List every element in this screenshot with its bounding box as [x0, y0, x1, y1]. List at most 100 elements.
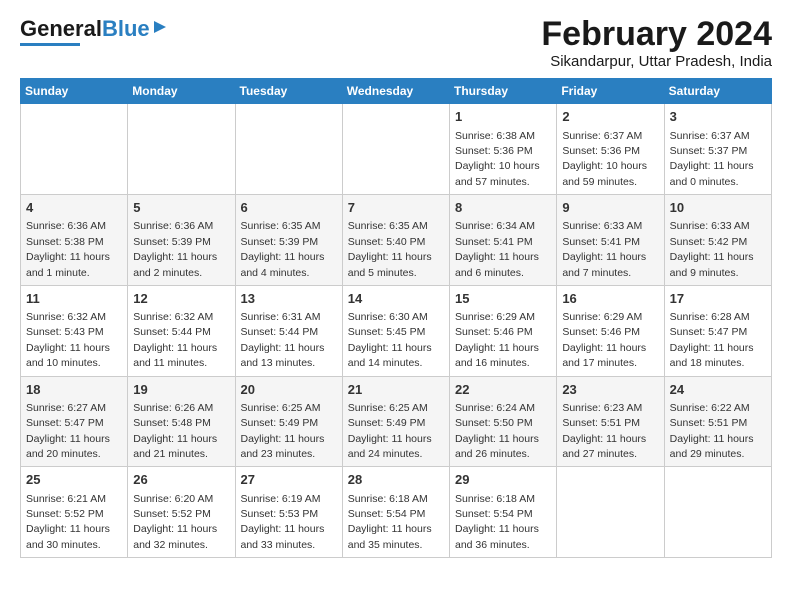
- day-header-thursday: Thursday: [450, 79, 557, 104]
- calendar-cell: 19 Sunrise: 6:26 AM Sunset: 5:48 PM Dayli…: [128, 376, 235, 467]
- day-info: Sunrise: 6:34 AM Sunset: 5:41 PM Dayligh…: [455, 220, 539, 278]
- calendar-cell: 3 Sunrise: 6:37 AM Sunset: 5:37 PM Daylig…: [664, 104, 771, 195]
- day-info: Sunrise: 6:35 AM Sunset: 5:40 PM Dayligh…: [348, 220, 432, 278]
- calendar-cell: 9 Sunrise: 6:33 AM Sunset: 5:41 PM Daylig…: [557, 195, 664, 286]
- week-row-3: 18Sunrise: 6:27 AM Sunset: 5:47 PM Dayli…: [21, 376, 772, 467]
- day-number: 2: [562, 108, 658, 126]
- week-row-1: 4Sunrise: 6:36 AM Sunset: 5:38 PM Daylig…: [21, 195, 772, 286]
- calendar-cell: 21 Sunrise: 6:25 AM Sunset: 5:49 PM Dayli…: [342, 376, 449, 467]
- week-row-0: 1 Sunrise: 6:38 AM Sunset: 5:36 PM Daylig…: [21, 104, 772, 195]
- day-number: 1: [455, 108, 551, 126]
- day-header-tuesday: Tuesday: [235, 79, 342, 104]
- day-info: Sunrise: 6:37 AM Sunset: 5:36 PM Dayligh…: [562, 130, 647, 188]
- day-number: 14: [348, 290, 444, 308]
- day-info: Sunrise: 6:38 AM Sunset: 5:36 PM Dayligh…: [455, 130, 540, 188]
- day-number: 20: [241, 381, 337, 399]
- day-info: Sunrise: 6:33 AM Sunset: 5:42 PM Dayligh…: [670, 220, 754, 278]
- day-header-monday: Monday: [128, 79, 235, 104]
- day-number: 27: [241, 471, 337, 489]
- calendar-cell: 26 Sunrise: 6:20 AM Sunset: 5:52 PM Dayli…: [128, 467, 235, 558]
- calendar-cell: 8Sunrise: 6:34 AM Sunset: 5:41 PM Daylig…: [450, 195, 557, 286]
- day-info: Sunrise: 6:18 AM Sunset: 5:54 PM Dayligh…: [455, 493, 539, 551]
- day-info: Sunrise: 6:30 AM Sunset: 5:45 PM Dayligh…: [348, 311, 432, 369]
- day-info: Sunrise: 6:37 AM Sunset: 5:37 PM Dayligh…: [670, 130, 754, 188]
- day-number: 6: [241, 199, 337, 217]
- calendar-body: 1 Sunrise: 6:38 AM Sunset: 5:36 PM Daylig…: [21, 104, 772, 558]
- day-number: 7: [348, 199, 444, 217]
- day-info: Sunrise: 6:25 AM Sunset: 5:49 PM Dayligh…: [348, 402, 432, 460]
- calendar-cell: 1 Sunrise: 6:38 AM Sunset: 5:36 PM Daylig…: [450, 104, 557, 195]
- day-info: Sunrise: 6:33 AM Sunset: 5:41 PM Dayligh…: [562, 220, 646, 278]
- day-number: 23: [562, 381, 658, 399]
- calendar-cell: 29 Sunrise: 6:18 AM Sunset: 5:54 PM Dayli…: [450, 467, 557, 558]
- day-info: Sunrise: 6:26 AM Sunset: 5:48 PM Dayligh…: [133, 402, 217, 460]
- day-info: Sunrise: 6:22 AM Sunset: 5:51 PM Dayligh…: [670, 402, 754, 460]
- calendar-cell: 28Sunrise: 6:18 AM Sunset: 5:54 PM Dayli…: [342, 467, 449, 558]
- calendar-cell: [128, 104, 235, 195]
- day-number: 28: [348, 471, 444, 489]
- day-number: 13: [241, 290, 337, 308]
- calendar-cell: 16 Sunrise: 6:29 AM Sunset: 5:46 PM Dayli…: [557, 285, 664, 376]
- calendar-cell: 10 Sunrise: 6:33 AM Sunset: 5:42 PM Dayli…: [664, 195, 771, 286]
- week-row-2: 11 Sunrise: 6:32 AM Sunset: 5:43 PM Dayli…: [21, 285, 772, 376]
- day-info: Sunrise: 6:32 AM Sunset: 5:44 PM Dayligh…: [133, 311, 217, 369]
- week-row-4: 25Sunrise: 6:21 AM Sunset: 5:52 PM Dayli…: [21, 467, 772, 558]
- page-header: General Blue February 2024 Sikandarpur, …: [20, 16, 772, 70]
- day-number: 3: [670, 108, 766, 126]
- header-row: SundayMondayTuesdayWednesdayThursdayFrid…: [21, 79, 772, 104]
- day-info: Sunrise: 6:25 AM Sunset: 5:49 PM Dayligh…: [241, 402, 325, 460]
- day-number: 24: [670, 381, 766, 399]
- calendar-cell: 4Sunrise: 6:36 AM Sunset: 5:38 PM Daylig…: [21, 195, 128, 286]
- day-info: Sunrise: 6:19 AM Sunset: 5:53 PM Dayligh…: [241, 493, 325, 551]
- calendar-cell: 11 Sunrise: 6:32 AM Sunset: 5:43 PM Dayli…: [21, 285, 128, 376]
- calendar-cell: 2 Sunrise: 6:37 AM Sunset: 5:36 PM Daylig…: [557, 104, 664, 195]
- calendar-cell: [664, 467, 771, 558]
- day-header-wednesday: Wednesday: [342, 79, 449, 104]
- day-info: Sunrise: 6:29 AM Sunset: 5:46 PM Dayligh…: [562, 311, 646, 369]
- calendar-cell: [235, 104, 342, 195]
- day-info: Sunrise: 6:36 AM Sunset: 5:38 PM Dayligh…: [26, 220, 110, 278]
- calendar-cell: [342, 104, 449, 195]
- calendar-table: SundayMondayTuesdayWednesdayThursdayFrid…: [20, 78, 772, 558]
- day-info: Sunrise: 6:24 AM Sunset: 5:50 PM Dayligh…: [455, 402, 539, 460]
- calendar-cell: [21, 104, 128, 195]
- day-number: 17: [670, 290, 766, 308]
- calendar-cell: 6 Sunrise: 6:35 AM Sunset: 5:39 PM Daylig…: [235, 195, 342, 286]
- calendar-cell: 17Sunrise: 6:28 AM Sunset: 5:47 PM Dayli…: [664, 285, 771, 376]
- calendar-cell: 18Sunrise: 6:27 AM Sunset: 5:47 PM Dayli…: [21, 376, 128, 467]
- day-number: 16: [562, 290, 658, 308]
- day-number: 12: [133, 290, 229, 308]
- day-number: 15: [455, 290, 551, 308]
- logo: General Blue: [20, 16, 168, 46]
- day-info: Sunrise: 6:32 AM Sunset: 5:43 PM Dayligh…: [26, 311, 110, 369]
- title-block: February 2024 Sikandarpur, Uttar Pradesh…: [541, 16, 772, 70]
- day-info: Sunrise: 6:21 AM Sunset: 5:52 PM Dayligh…: [26, 493, 110, 551]
- calendar-cell: [557, 467, 664, 558]
- day-info: Sunrise: 6:35 AM Sunset: 5:39 PM Dayligh…: [241, 220, 325, 278]
- page-subtitle: Sikandarpur, Uttar Pradesh, India: [541, 53, 772, 70]
- day-info: Sunrise: 6:20 AM Sunset: 5:52 PM Dayligh…: [133, 493, 217, 551]
- calendar-header: SundayMondayTuesdayWednesdayThursdayFrid…: [21, 79, 772, 104]
- day-number: 11: [26, 290, 122, 308]
- logo-arrow-icon: [152, 19, 168, 40]
- day-info: Sunrise: 6:29 AM Sunset: 5:46 PM Dayligh…: [455, 311, 539, 369]
- day-number: 29: [455, 471, 551, 489]
- calendar-cell: 15 Sunrise: 6:29 AM Sunset: 5:46 PM Dayli…: [450, 285, 557, 376]
- calendar-cell: 23 Sunrise: 6:23 AM Sunset: 5:51 PM Dayli…: [557, 376, 664, 467]
- calendar-cell: 22Sunrise: 6:24 AM Sunset: 5:50 PM Dayli…: [450, 376, 557, 467]
- day-number: 21: [348, 381, 444, 399]
- day-info: Sunrise: 6:23 AM Sunset: 5:51 PM Dayligh…: [562, 402, 646, 460]
- calendar-cell: 25Sunrise: 6:21 AM Sunset: 5:52 PM Dayli…: [21, 467, 128, 558]
- calendar-cell: 13Sunrise: 6:31 AM Sunset: 5:44 PM Dayli…: [235, 285, 342, 376]
- day-number: 19: [133, 381, 229, 399]
- day-number: 9: [562, 199, 658, 217]
- day-number: 10: [670, 199, 766, 217]
- day-number: 26: [133, 471, 229, 489]
- calendar-cell: 5 Sunrise: 6:36 AM Sunset: 5:39 PM Daylig…: [128, 195, 235, 286]
- day-info: Sunrise: 6:36 AM Sunset: 5:39 PM Dayligh…: [133, 220, 217, 278]
- day-header-friday: Friday: [557, 79, 664, 104]
- calendar-cell: 7 Sunrise: 6:35 AM Sunset: 5:40 PM Daylig…: [342, 195, 449, 286]
- day-header-saturday: Saturday: [664, 79, 771, 104]
- day-number: 5: [133, 199, 229, 217]
- calendar-cell: 20 Sunrise: 6:25 AM Sunset: 5:49 PM Dayli…: [235, 376, 342, 467]
